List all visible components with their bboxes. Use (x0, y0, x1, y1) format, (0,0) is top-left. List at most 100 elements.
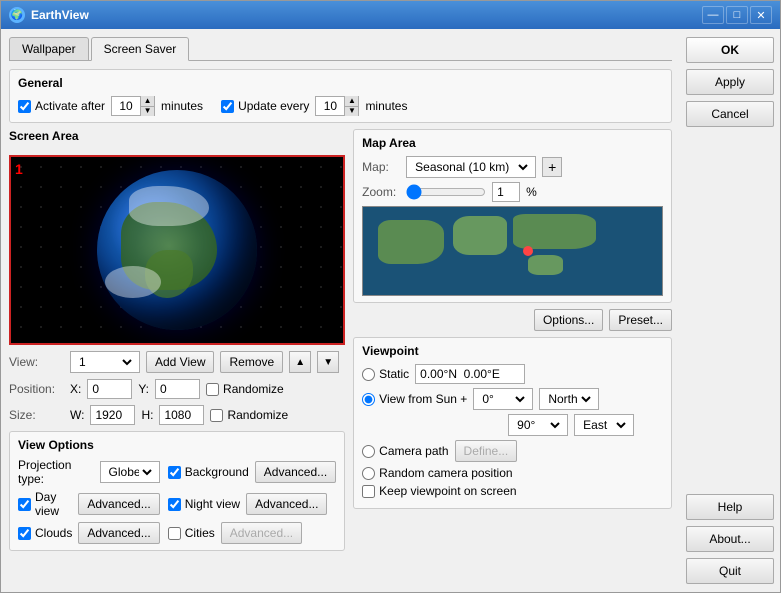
update-up-arrow[interactable]: ▲ (344, 96, 358, 107)
x-input[interactable] (87, 379, 132, 399)
keep-viewpoint-checkbox-label[interactable]: Keep viewpoint on screen (362, 484, 516, 498)
night-view-checkbox[interactable] (168, 498, 181, 511)
map-europe-africa (453, 216, 507, 256)
random-camera-radio[interactable] (362, 467, 375, 480)
ok-button[interactable]: OK (686, 37, 774, 63)
dir2-select[interactable]: East West North South (579, 417, 629, 433)
y-input[interactable] (155, 379, 200, 399)
map-select[interactable]: Seasonal (10 km) (411, 159, 531, 175)
earth-graphic (97, 170, 257, 330)
map-dropdown[interactable]: Seasonal (10 km) (406, 156, 536, 178)
randomize-2-checkbox[interactable] (210, 409, 223, 422)
deg2-select[interactable]: 90° 0° 45° (513, 417, 563, 433)
about-button[interactable]: About... (686, 526, 774, 552)
dir1-select[interactable]: North South East West (544, 391, 594, 407)
camera-path-row: Camera path Define... (362, 440, 663, 462)
nav-up-button[interactable]: ▲ (289, 351, 311, 373)
screen-number: 1 (15, 161, 23, 177)
background-checkbox-label[interactable]: Background (168, 465, 249, 479)
activate-arrows: ▲ ▼ (140, 96, 154, 116)
remove-button[interactable]: Remove (220, 351, 283, 373)
keep-viewpoint-checkbox[interactable] (362, 485, 375, 498)
add-view-button[interactable]: Add View (146, 351, 214, 373)
cities-checkbox[interactable] (168, 527, 181, 540)
minimize-button[interactable]: — (702, 6, 724, 24)
camera-path-radio-label[interactable]: Camera path (362, 444, 448, 458)
title-bar: 🌍 EarthView — □ ✕ (1, 1, 780, 29)
preset-button[interactable]: Preset... (609, 309, 672, 331)
quit-button[interactable]: Quit (686, 558, 774, 584)
dir1-dropdown[interactable]: North South East West (539, 388, 599, 410)
maximize-button[interactable]: □ (726, 6, 748, 24)
activate-checkbox-label[interactable]: Activate after (18, 99, 105, 113)
night-view-advanced-btn[interactable]: Advanced... (246, 493, 327, 515)
background-row: Background Advanced... (168, 458, 336, 486)
projection-dropdown[interactable]: Globe Flat (100, 461, 160, 483)
update-down-arrow[interactable]: ▼ (344, 107, 358, 117)
projection-select[interactable]: Globe Flat (105, 464, 155, 480)
clouds-advanced-btn[interactable]: Advanced... (78, 522, 159, 544)
day-view-checkbox[interactable] (18, 498, 31, 511)
day-view-checkbox-label[interactable]: Day view (18, 490, 72, 518)
map-buttons-row: Options... Preset... (353, 309, 672, 331)
dir2-dropdown[interactable]: East West North South (574, 414, 634, 436)
activate-up-arrow[interactable]: ▲ (140, 96, 154, 107)
clouds-row: Clouds Advanced... (18, 522, 160, 544)
map-americas (378, 220, 444, 264)
apply-button[interactable]: Apply (686, 69, 774, 95)
help-button[interactable]: Help (686, 494, 774, 520)
cities-advanced-btn[interactable]: Advanced... (221, 522, 302, 544)
w-label: W: (70, 408, 84, 422)
tab-wallpaper[interactable]: Wallpaper (9, 37, 89, 60)
activate-down-arrow[interactable]: ▼ (140, 107, 154, 117)
activate-value-input[interactable] (112, 97, 140, 115)
random-camera-radio-label[interactable]: Random camera position (362, 466, 512, 480)
static-radio[interactable] (362, 368, 375, 381)
w-input[interactable] (90, 405, 135, 425)
map-area-title: Map Area (362, 136, 663, 150)
cities-checkbox-label[interactable]: Cities (168, 526, 215, 540)
deg1-dropdown[interactable]: 0° 45° 90° (473, 388, 533, 410)
viewpoint-section: Viewpoint Static View from Sun + (353, 337, 672, 509)
activate-unit: minutes (161, 99, 203, 113)
map-area-section: Map Area Map: Seasonal (10 km) + Zoom (353, 129, 672, 303)
day-view-advanced-btn[interactable]: Advanced... (78, 493, 159, 515)
clouds-checkbox[interactable] (18, 527, 31, 540)
deg1-select[interactable]: 0° 45° 90° (478, 391, 528, 407)
map-preview (362, 206, 663, 296)
camera-path-radio[interactable] (362, 445, 375, 458)
close-button[interactable]: ✕ (750, 6, 772, 24)
background-checkbox[interactable] (168, 466, 181, 479)
view-dropdown[interactable]: 1 2 (70, 351, 140, 373)
zoom-value-input[interactable] (492, 182, 520, 202)
update-checkbox[interactable] (221, 100, 234, 113)
view-row: View: 1 2 Add View Remove ▲ ▼ (9, 351, 345, 373)
view-from-sun-radio-label[interactable]: View from Sun + (362, 392, 467, 406)
background-advanced-btn[interactable]: Advanced... (255, 461, 336, 483)
h-input[interactable] (159, 405, 204, 425)
view-select[interactable]: 1 2 (75, 354, 135, 370)
night-view-checkbox-label[interactable]: Night view (168, 497, 240, 511)
zoom-slider[interactable] (406, 184, 486, 200)
clouds-checkbox-label[interactable]: Clouds (18, 526, 72, 540)
deg2-dropdown[interactable]: 90° 0° 45° (508, 414, 568, 436)
define-button[interactable]: Define... (455, 440, 518, 462)
coords-input[interactable] (415, 364, 525, 384)
map-plus-button[interactable]: + (542, 157, 562, 177)
randomize-2-label[interactable]: Randomize (210, 408, 288, 422)
deg2-row: 90° 0° 45° East West North S (362, 414, 663, 436)
nav-down-button[interactable]: ▼ (317, 351, 339, 373)
randomize-1-checkbox[interactable] (206, 383, 219, 396)
options-button[interactable]: Options... (534, 309, 603, 331)
randomize-1-label[interactable]: Randomize (206, 382, 284, 396)
update-arrows: ▲ ▼ (344, 96, 358, 116)
cancel-button[interactable]: Cancel (686, 101, 774, 127)
activate-checkbox[interactable] (18, 100, 31, 113)
update-checkbox-label[interactable]: Update every (221, 99, 309, 113)
update-value-input[interactable] (316, 97, 344, 115)
view-from-sun-radio[interactable] (362, 393, 375, 406)
size-label: Size: (9, 408, 64, 422)
map-label: Map: (362, 160, 400, 174)
tab-screensaver[interactable]: Screen Saver (91, 37, 190, 61)
static-radio-label[interactable]: Static (362, 367, 409, 381)
